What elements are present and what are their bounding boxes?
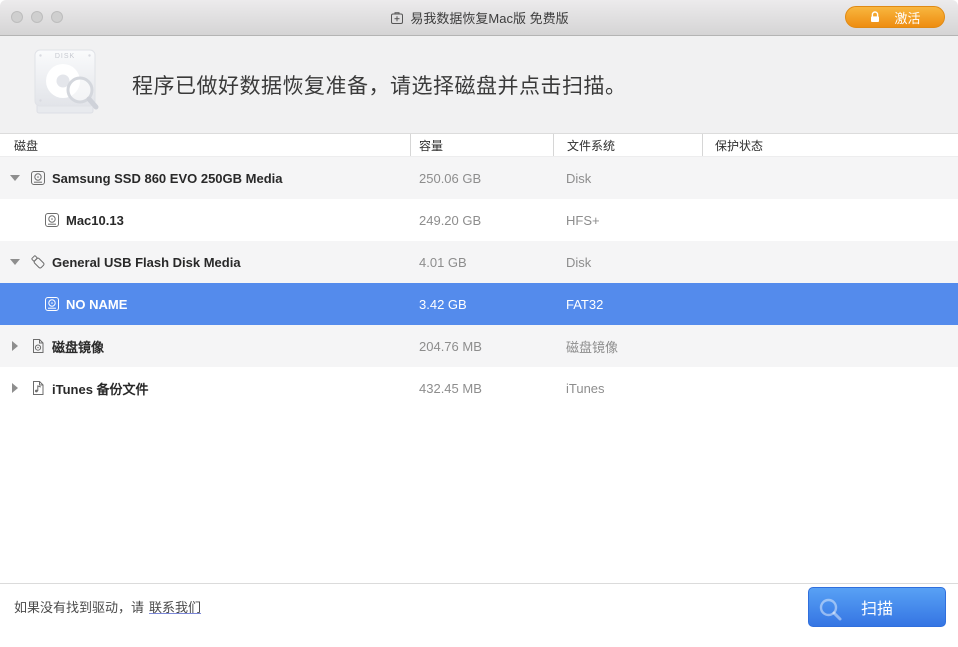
empty-table-area [0, 409, 958, 583]
hard-drive-icon [30, 170, 46, 186]
disk-name: NO NAME [66, 297, 127, 312]
itunes-backup-file-icon [30, 380, 46, 396]
no-drive-hint: 如果没有找到驱动，请联系我们 [14, 597, 201, 616]
disk-capacity: 3.42 GB [410, 297, 553, 312]
usb-drive-icon [30, 254, 46, 270]
scan-button-label: 扫描 [861, 595, 893, 619]
window-title: 易我数据恢复Mac版 免费版 [410, 8, 568, 27]
disk-search-icon: DISK [25, 48, 105, 122]
disk-name: Samsung SSD 860 EVO 250GB Media [52, 171, 282, 186]
disk-name: Mac10.13 [66, 213, 124, 228]
hero-message: 程序已做好数据恢复准备，请选择磁盘并点击扫描。 [132, 70, 627, 100]
table-row-selected[interactable]: NO NAME 3.42 GB FAT32 [0, 283, 958, 325]
traffic-lights [11, 11, 63, 23]
table-row[interactable]: Samsung SSD 860 EVO 250GB Media 250.06 G… [0, 157, 958, 199]
disk-image-file-icon [30, 338, 46, 354]
table-header: 磁盘 容量 文件系统 保护状态 [0, 134, 958, 157]
chevron-right-icon[interactable] [8, 383, 22, 393]
contact-us-link[interactable]: 联系我们 [149, 600, 201, 615]
disk-capacity: 4.01 GB [410, 255, 553, 270]
hero-banner: DISK 程序已做好数据恢复准备，请选择磁盘并点击扫描。 [0, 36, 958, 134]
disk-filesystem: Disk [553, 255, 702, 270]
disk-capacity: 250.06 GB [410, 171, 553, 186]
column-header-protection: 保护状态 [702, 134, 958, 156]
disk-capacity: 432.45 MB [410, 381, 553, 396]
disk-capacity: 249.20 GB [410, 213, 553, 228]
column-header-filesystem: 文件系统 [553, 134, 702, 156]
close-window-button[interactable] [11, 11, 23, 23]
table-row[interactable]: iTunes 备份文件 432.45 MB iTunes [0, 367, 958, 409]
app-window: 易我数据恢复Mac版 免费版 激活 [0, 0, 958, 647]
minimize-window-button[interactable] [31, 11, 43, 23]
footer-bar: 如果没有找到驱动，请联系我们 扫描 [0, 583, 958, 647]
chevron-down-icon[interactable] [8, 259, 22, 265]
titlebar: 易我数据恢复Mac版 免费版 激活 [0, 0, 958, 36]
lock-icon [869, 11, 881, 24]
disk-filesystem: FAT32 [553, 297, 702, 312]
hard-drive-icon [44, 212, 60, 228]
app-proxy-icon [389, 10, 405, 26]
table-row[interactable]: 磁盘镜像 204.76 MB 磁盘镜像 [0, 325, 958, 367]
disk-filesystem: iTunes [553, 381, 702, 396]
disk-name: 磁盘镜像 [52, 337, 104, 356]
chevron-down-icon[interactable] [8, 175, 22, 181]
disk-icon-badge: DISK [25, 53, 105, 60]
disk-capacity: 204.76 MB [410, 339, 553, 354]
column-header-capacity: 容量 [410, 134, 553, 156]
column-header-disk: 磁盘 [0, 134, 410, 156]
hint-text: 如果没有找到驱动，请 [14, 600, 144, 615]
disk-filesystem: Disk [553, 171, 702, 186]
table-row[interactable]: General USB Flash Disk Media 4.01 GB Dis… [0, 241, 958, 283]
scan-button[interactable]: 扫描 [808, 587, 946, 627]
chevron-right-icon[interactable] [8, 341, 22, 351]
zoom-window-button[interactable] [51, 11, 63, 23]
disk-filesystem: 磁盘镜像 [553, 337, 702, 356]
magnifier-icon [818, 597, 844, 623]
disk-name: iTunes 备份文件 [52, 379, 149, 398]
window-title-area: 易我数据恢复Mac版 免费版 [389, 8, 568, 27]
disk-name: General USB Flash Disk Media [52, 255, 241, 270]
activate-button-label: 激活 [894, 8, 920, 27]
disk-filesystem: HFS+ [553, 213, 702, 228]
activate-button[interactable]: 激活 [845, 6, 945, 28]
table-row[interactable]: Mac10.13 249.20 GB HFS+ [0, 199, 958, 241]
hard-drive-icon [44, 296, 60, 312]
